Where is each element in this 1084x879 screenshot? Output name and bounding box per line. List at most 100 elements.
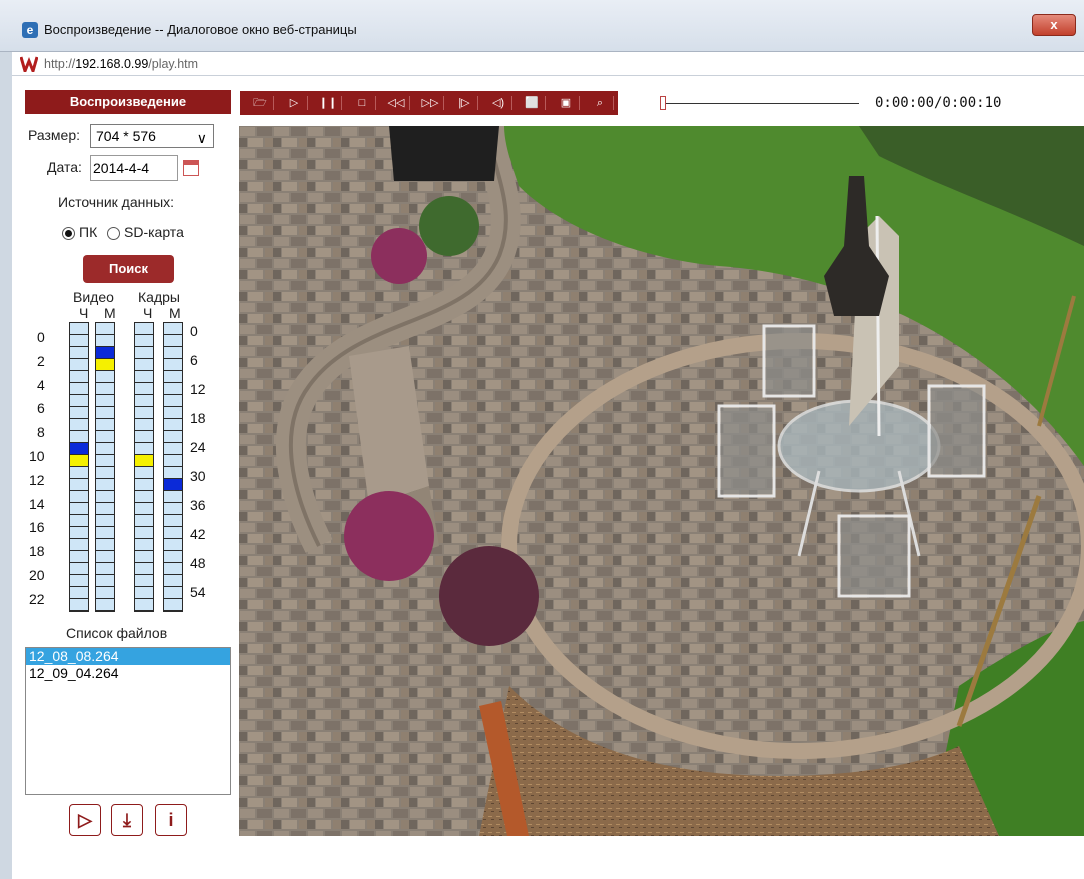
timeline-cell[interactable] [135,563,153,575]
timeline-cell[interactable] [164,407,182,419]
timeline-cell[interactable] [164,419,182,431]
timeline-cell[interactable] [70,455,88,467]
timeline-cell[interactable] [96,551,114,563]
timeline-cell[interactable] [164,323,182,335]
timeline-cell[interactable] [70,527,88,539]
close-button[interactable]: x [1032,14,1076,36]
size-select[interactable]: 704 * 576 ∨ [90,124,214,148]
timeline-cell[interactable] [70,371,88,383]
play-button[interactable]: ▷ [282,91,308,115]
timeline-cell[interactable] [164,335,182,347]
date-field[interactable]: 2014-4-4 [90,155,178,181]
timeline-cell[interactable] [96,323,114,335]
play-file-button[interactable]: ▷ [69,804,101,836]
file-list[interactable]: 12_08_08.264 12_09_04.264 [25,647,231,795]
timeline-cell[interactable] [70,491,88,503]
timeline-cell[interactable] [70,407,88,419]
timeline-cell[interactable] [135,419,153,431]
frames-minutes-timeline[interactable] [163,322,183,612]
timeline-cell[interactable] [164,479,182,491]
timeline-cell[interactable] [96,395,114,407]
timeline-cell[interactable] [135,443,153,455]
timeline-cell[interactable] [135,587,153,599]
timeline-cell[interactable] [164,587,182,599]
timeline-cell[interactable] [164,599,182,611]
stop-button[interactable]: □ [350,91,376,115]
zoom-button[interactable]: ⌕ [588,91,614,115]
timeline-cell[interactable] [164,395,182,407]
source-sd-radio[interactable] [107,227,120,240]
fast-forward-button[interactable]: ▷▷ [418,91,444,115]
timeline-cell[interactable] [135,431,153,443]
timeline-cell[interactable] [164,359,182,371]
frames-hours-timeline[interactable] [134,322,154,612]
timeline-cell[interactable] [135,455,153,467]
timeline-cell[interactable] [70,587,88,599]
info-button[interactable]: i [155,804,187,836]
pause-button[interactable]: ❙❙ [316,91,342,115]
timeline-cell[interactable] [135,539,153,551]
timeline-cell[interactable] [164,503,182,515]
timeline-cell[interactable] [70,335,88,347]
timeline-cell[interactable] [164,455,182,467]
timeline-cell[interactable] [135,515,153,527]
timeline-cell[interactable] [164,347,182,359]
snapshot-button[interactable]: ▣ [554,91,580,115]
file-item[interactable]: 12_09_04.264 [26,665,230,682]
timeline-cell[interactable] [96,587,114,599]
timeline-cell[interactable] [96,479,114,491]
calendar-icon[interactable] [183,160,199,176]
timeline-cell[interactable] [96,599,114,611]
timeline-cell[interactable] [164,539,182,551]
timeline-cell[interactable] [70,467,88,479]
timeline-cell[interactable] [96,419,114,431]
timeline-cell[interactable] [70,563,88,575]
timeline-cell[interactable] [96,359,114,371]
timeline-cell[interactable] [135,527,153,539]
timeline-cell[interactable] [70,515,88,527]
timeline-cell[interactable] [164,563,182,575]
timeline-cell[interactable] [135,575,153,587]
timeline-cell[interactable] [164,491,182,503]
fullscreen-button[interactable]: ⬜ [520,91,546,115]
timeline-cell[interactable] [96,455,114,467]
timeline-cell[interactable] [70,575,88,587]
timeline-cell[interactable] [135,467,153,479]
timeline-cell[interactable] [164,551,182,563]
timeline-cell[interactable] [96,491,114,503]
timeline-cell[interactable] [135,479,153,491]
timeline-cell[interactable] [135,359,153,371]
timeline-cell[interactable] [96,443,114,455]
timeline-cell[interactable] [96,575,114,587]
video-view[interactable] [239,126,1084,836]
timeline-cell[interactable] [135,551,153,563]
timeline-cell[interactable] [70,419,88,431]
timeline-cell[interactable] [70,395,88,407]
timeline-cell[interactable] [135,503,153,515]
seek-track[interactable] [664,103,859,104]
timeline-cell[interactable] [96,407,114,419]
seek-thumb[interactable] [660,96,666,110]
timeline-cell[interactable] [70,347,88,359]
timeline-cell[interactable] [96,503,114,515]
timeline-cell[interactable] [70,431,88,443]
timeline-cell[interactable] [70,539,88,551]
timeline-cell[interactable] [70,503,88,515]
timeline-cell[interactable] [135,599,153,611]
timeline-cell[interactable] [164,527,182,539]
timeline-cell[interactable] [70,383,88,395]
video-minutes-timeline[interactable] [95,322,115,612]
timeline-cell[interactable] [135,395,153,407]
step-button[interactable]: |▷ [452,91,478,115]
download-button[interactable]: ⤓ [111,804,143,836]
timeline-cell[interactable] [164,515,182,527]
timeline-cell[interactable] [135,491,153,503]
file-item[interactable]: 12_08_08.264 [26,648,230,665]
timeline-cell[interactable] [135,335,153,347]
timeline-cell[interactable] [135,347,153,359]
timeline-cell[interactable] [70,323,88,335]
timeline-cell[interactable] [96,431,114,443]
timeline-cell[interactable] [96,539,114,551]
timeline-cell[interactable] [135,371,153,383]
timeline-cell[interactable] [135,383,153,395]
